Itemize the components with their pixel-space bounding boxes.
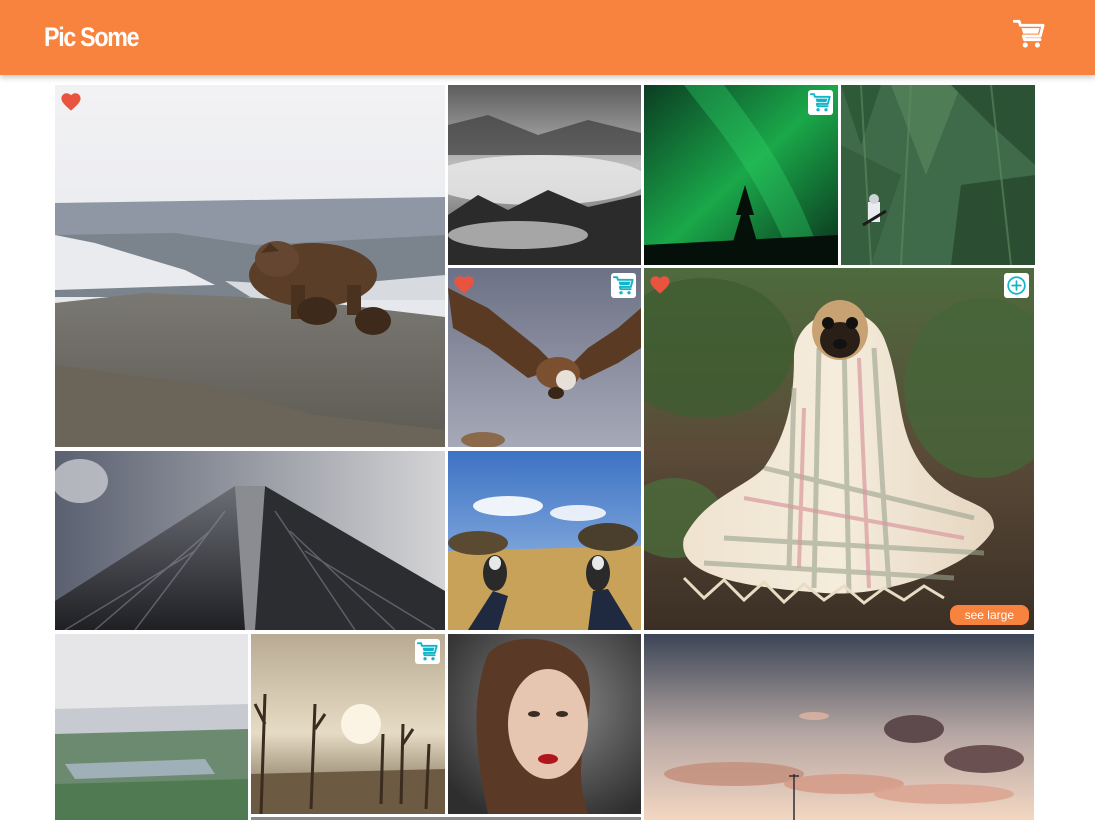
photo-tile[interactable]: [448, 634, 641, 814]
cart-icon: [810, 92, 831, 113]
photo-pug-in-blanket: [644, 268, 1034, 630]
photo-misty-city: [55, 634, 248, 820]
photo-tile[interactable]: [448, 268, 641, 447]
brand-title[interactable]: Pic Some: [44, 22, 140, 53]
photo-sneakers-in-field: [448, 451, 641, 630]
photo-sunset-clouds: [644, 634, 1034, 820]
photo-tile[interactable]: [644, 634, 1034, 820]
in-cart-badge[interactable]: [808, 90, 833, 115]
photo-tile[interactable]: [448, 451, 641, 630]
photo-tile[interactable]: [448, 85, 641, 265]
see-large-button[interactable]: see large: [949, 605, 1029, 625]
cart-icon: [613, 275, 634, 296]
photo-misty-forest: [448, 85, 641, 265]
photo-bear-with-cubs: [55, 85, 445, 447]
photo-tile[interactable]: [251, 634, 445, 814]
heart-icon[interactable]: [61, 93, 81, 111]
photo-tile[interactable]: [55, 85, 445, 447]
photo-tile[interactable]: [644, 85, 838, 265]
cart-icon[interactable]: [1013, 18, 1045, 50]
heart-icon[interactable]: [454, 276, 474, 294]
cart-icon: [417, 641, 438, 662]
photo-tile[interactable]: [55, 634, 248, 820]
in-cart-badge[interactable]: [415, 639, 440, 664]
photo-woman-portrait: [448, 634, 641, 814]
photo-tile[interactable]: see large: [644, 268, 1034, 630]
photo-tile[interactable]: [55, 451, 445, 630]
photo-tile[interactable]: [841, 85, 1035, 265]
add-to-cart-button[interactable]: [1004, 273, 1029, 298]
in-cart-badge[interactable]: [611, 273, 636, 298]
app-header: Pic Some: [0, 0, 1095, 75]
photo-fir-trees-cyclist: [841, 85, 1035, 265]
photo-skyscraper: [55, 451, 445, 630]
add-circle-icon: [1007, 276, 1026, 295]
photo-grid: see large: [55, 85, 1035, 820]
heart-icon[interactable]: [650, 276, 670, 294]
